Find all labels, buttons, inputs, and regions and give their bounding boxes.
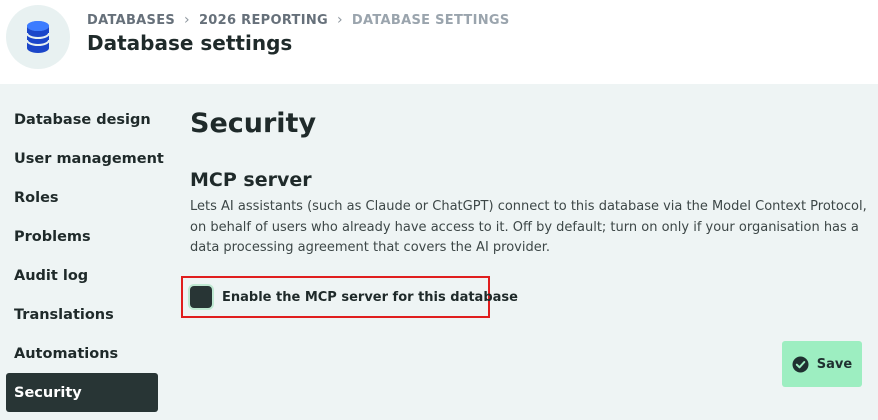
sidebar-item-database-design[interactable]: Database design [6,100,158,139]
section-title: Security [190,108,317,139]
mcp-server-heading: MCP server [190,169,312,191]
mcp-server-option[interactable]: Enable the MCP server for this database [181,276,518,318]
sidebar: Database design User management Roles Pr… [6,100,164,412]
sidebar-item-user-management[interactable]: User management [6,139,164,178]
breadcrumb-2026-reporting[interactable]: 2026 REPORTING [199,13,328,28]
breadcrumb-database-settings: DATABASE SETTINGS [351,12,510,28]
sidebar-item-audit-log[interactable]: Audit log [6,256,158,295]
breadcrumb-separator: › [184,12,190,28]
sidebar-item-problems[interactable]: Problems [6,217,158,256]
page-title: Database settings [87,31,293,55]
database-icon [6,5,70,69]
sidebar-item-security[interactable]: Security [6,373,158,412]
breadcrumb-separator: › [337,12,343,28]
sidebar-item-automations[interactable]: Automations [6,334,158,373]
enable-mcp-checkbox[interactable] [190,286,212,308]
mcp-server-description: Lets AI assistants (such as Claude or Ch… [190,199,867,255]
save-button-label: Save [816,356,853,372]
breadcrumb: DATABASES › 2026 REPORTING › DATABASE SE… [87,12,510,28]
breadcrumb-databases[interactable]: DATABASES [87,13,175,28]
check-circle-icon [792,356,809,373]
header: DATABASES › 2026 REPORTING › DATABASE SE… [0,0,878,84]
sidebar-item-translations[interactable]: Translations [6,295,158,334]
enable-mcp-label[interactable]: Enable the MCP server for this database [222,290,518,305]
save-button[interactable]: Save [782,341,862,387]
sidebar-item-roles[interactable]: Roles [6,178,158,217]
main-content: Security MCP server Lets AI assistants (… [190,100,870,259]
